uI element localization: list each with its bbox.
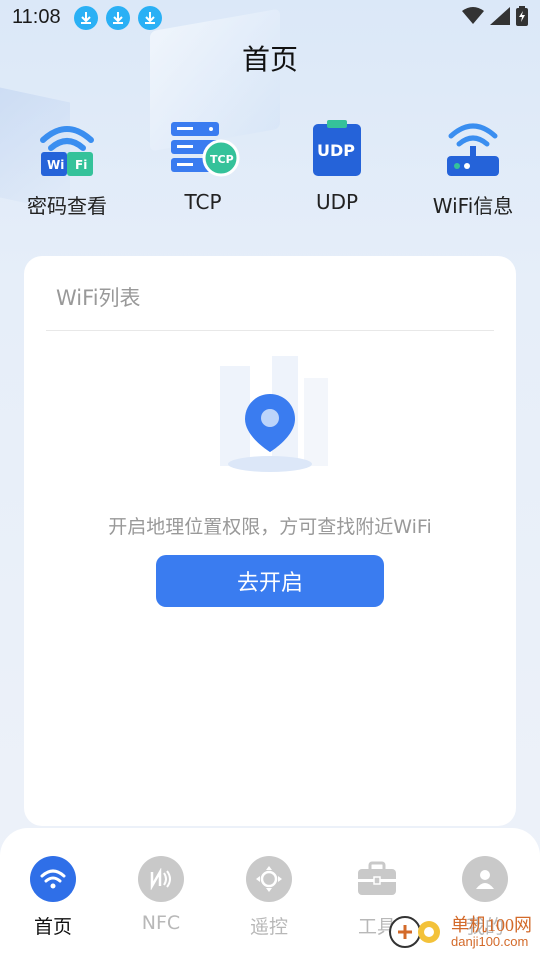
- location-permission-hint: 开启地理位置权限，方可查找附近WiFi: [108, 516, 432, 538]
- status-time: 11:08: [12, 6, 61, 28]
- cellular-signal-icon: [490, 7, 510, 29]
- status-bar: 11:08: [0, 0, 540, 36]
- quick-action-password[interactable]: Wi Fi 密码查看: [2, 118, 132, 219]
- nfc-icon: [138, 856, 184, 902]
- download-icon: [106, 6, 130, 30]
- page-title: 首页: [241, 43, 298, 76]
- download-icon: [74, 6, 98, 30]
- location-pin-illustration: [212, 356, 332, 486]
- quick-action-label: UDP: [315, 190, 359, 214]
- router-icon: [441, 118, 505, 182]
- battery-icon: [516, 6, 528, 30]
- svg-text:TCP: TCP: [210, 153, 234, 166]
- wifi-list-card: WiFi列表 开启地理位置权限，方可查找附近WiFi 去开启: [24, 256, 516, 826]
- watermark-text: 单机100网: [451, 914, 532, 935]
- tcp-server-icon: TCP: [171, 118, 240, 182]
- wifi-password-icon: Wi Fi: [35, 118, 99, 182]
- user-icon: [462, 856, 508, 902]
- watermark-url: danji100.com: [451, 933, 529, 949]
- wifi-signal-icon: [462, 7, 484, 29]
- remote-control-icon: [246, 856, 292, 902]
- tab-home[interactable]: 首页: [3, 856, 103, 939]
- toolbox-icon: [354, 856, 400, 902]
- watermark-logo: [389, 916, 440, 948]
- tab-label: 首页: [33, 916, 72, 938]
- watermark: 单机100网 danji100.com: [387, 914, 532, 950]
- svg-text:UDP: UDP: [317, 141, 355, 160]
- tab-label: NFC: [141, 912, 181, 934]
- udp-clipboard-icon: UDP: [305, 118, 369, 182]
- quick-action-wifi-info[interactable]: WiFi信息: [408, 118, 538, 219]
- quick-action-label: 密码查看: [27, 194, 107, 218]
- enable-location-button[interactable]: 去开启: [156, 555, 384, 607]
- wifi-list-title: WiFi列表: [56, 286, 141, 310]
- wifi-icon: [30, 856, 76, 902]
- quick-action-label: WiFi信息: [432, 194, 514, 218]
- svg-text:Wi: Wi: [47, 158, 64, 172]
- quick-action-label: TCP: [184, 190, 222, 214]
- quick-action-tcp[interactable]: TCP TCP: [138, 118, 268, 214]
- svg-text:Fi: Fi: [75, 158, 87, 172]
- tab-label: 遥控: [249, 916, 288, 938]
- tab-nfc[interactable]: NFC: [111, 856, 211, 934]
- tab-remote[interactable]: 遥控: [219, 856, 319, 939]
- divider: [46, 330, 494, 331]
- quick-action-udp[interactable]: UDP UDP: [272, 118, 402, 214]
- download-icon: [138, 6, 162, 30]
